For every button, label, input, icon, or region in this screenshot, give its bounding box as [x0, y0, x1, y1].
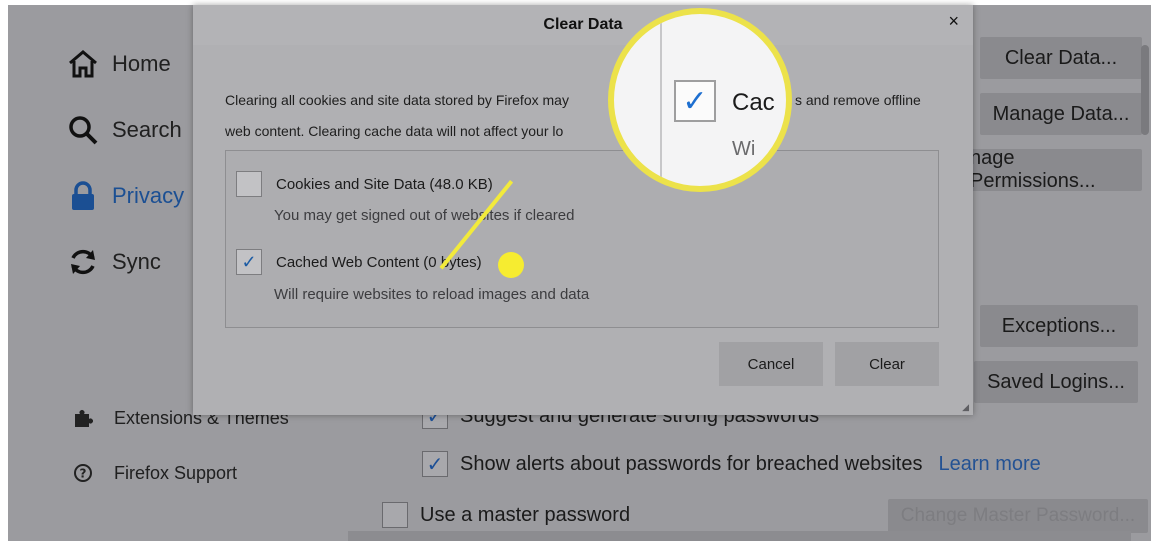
manage-data-button[interactable]: Manage Data...	[980, 93, 1142, 135]
vertical-scrollbar[interactable]	[1141, 45, 1149, 135]
checkbox[interactable]: ✓	[422, 451, 448, 477]
cookies-label: Cookies and Site Data (48.0 KB)	[276, 175, 493, 193]
svg-text:?: ?	[80, 467, 87, 481]
sidebar-item-search[interactable]: Search	[66, 113, 182, 147]
magnifier-divider	[660, 14, 662, 186]
help-icon: ?	[72, 462, 94, 484]
horizontal-scrollbar[interactable]	[348, 531, 1131, 541]
cookies-option[interactable]: Cookies and Site Data (48.0 KB)	[236, 171, 493, 197]
clear-options-group: Cookies and Site Data (48.0 KB) You may …	[225, 150, 939, 328]
description-line-1: Clearing all cookies and site data store…	[225, 92, 569, 108]
search-icon	[66, 113, 100, 147]
close-icon[interactable]: ×	[948, 11, 959, 32]
clear-data-button[interactable]: Clear Data...	[980, 37, 1142, 79]
cache-checkbox[interactable]: ✓	[236, 249, 262, 275]
dialog-title: Clear Data	[543, 16, 623, 33]
lock-icon	[66, 179, 100, 213]
home-icon	[66, 47, 100, 81]
description-line-1-end: s and remove offline	[795, 92, 921, 108]
resize-grip-icon[interactable]: ◢	[962, 402, 969, 413]
puzzle-icon	[72, 407, 94, 429]
sidebar-item-label: Sync	[112, 249, 161, 274]
dialog-description: Clearing all cookies and site data store…	[225, 85, 945, 147]
callout-dot	[498, 252, 524, 278]
cookies-checkbox[interactable]	[236, 171, 262, 197]
change-master-password-button[interactable]: Change Master Password...	[888, 499, 1148, 533]
sidebar-item-label: Privacy	[112, 183, 185, 208]
checkbox[interactable]: ✓	[382, 502, 408, 528]
magnifier-callout: ✓ Cac Wi	[608, 8, 792, 192]
cancel-button[interactable]: Cancel	[719, 342, 823, 386]
clear-button[interactable]: Clear	[835, 342, 939, 386]
saved-logins-button[interactable]: Saved Logins...	[974, 361, 1138, 403]
manage-permissions-button[interactable]: nage Permissions...	[970, 147, 1142, 192]
sidebar-item-sync[interactable]: Sync	[66, 245, 161, 279]
sidebar-item-support[interactable]: ? Firefox Support	[72, 462, 237, 484]
magnified-sublabel: Wi	[732, 138, 756, 160]
description-line-2: web content. Clearing cache data will no…	[225, 123, 564, 139]
clear-data-dialog: Clear Data × Clearing all cookies and si…	[193, 5, 973, 415]
breach-alerts-label: Show alerts about passwords for breached…	[460, 452, 923, 475]
breach-alerts-row[interactable]: ✓ Show alerts about passwords for breach…	[422, 451, 1041, 477]
learn-more-link[interactable]: Learn more	[938, 453, 1040, 476]
sidebar-item-privacy[interactable]: Privacy	[66, 179, 184, 213]
cookies-description: You may get signed out of websites if cl…	[274, 207, 575, 224]
master-password-row[interactable]: ✓ Use a master password	[382, 502, 630, 528]
sidebar-item-label: Home	[112, 51, 171, 76]
sync-icon	[66, 245, 100, 279]
master-password-label: Use a master password	[420, 503, 631, 526]
magnified-label: Cac	[732, 89, 775, 116]
cache-description: Will require websites to reload images a…	[274, 286, 590, 303]
sidebar-item-home[interactable]: Home	[66, 47, 171, 81]
sidebar-item-label: Firefox Support	[114, 462, 238, 483]
magnified-checkbox: ✓	[674, 80, 716, 122]
sidebar-item-label: Search	[112, 117, 182, 142]
exceptions-button[interactable]: Exceptions...	[980, 305, 1138, 347]
